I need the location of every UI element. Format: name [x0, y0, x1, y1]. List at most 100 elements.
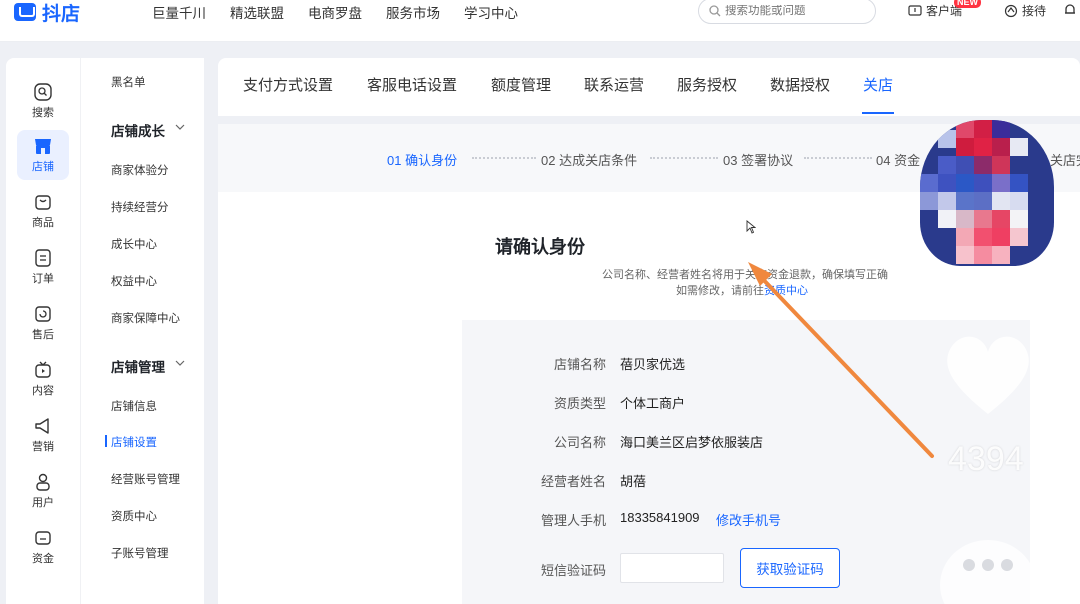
- submenu-item-qualification[interactable]: 资质中心: [111, 508, 157, 524]
- dot-icon: [963, 559, 975, 571]
- submenu-group-title: 店铺管理: [111, 360, 165, 375]
- get-code-button[interactable]: 获取验证码: [740, 548, 840, 588]
- download-icon: [908, 4, 922, 16]
- company-value: 海口美兰区启梦依服装店: [620, 435, 764, 450]
- like-count: 4394: [948, 440, 1024, 478]
- step-confirm-identity: 01 确认身份: [387, 153, 458, 168]
- topnav-item-alliance[interactable]: 精选联盟: [230, 2, 284, 22]
- step-meet-conditions: 02 达成关店条件: [541, 153, 638, 168]
- settings-tabs: 支付方式设置 客服电话设置 额度管理 联系运营 服务授权 数据授权 关店: [218, 58, 1080, 116]
- sms-code-input[interactable]: [620, 553, 724, 583]
- submenu-item-operation-score[interactable]: 持续经营分: [111, 199, 169, 215]
- bag-icon: [35, 194, 51, 210]
- qualification-center-link[interactable]: 资质中心: [764, 285, 808, 297]
- step-connector: [650, 157, 718, 159]
- headset-icon: [1004, 4, 1018, 17]
- dot-icon: [1001, 559, 1013, 571]
- tab-service-auth[interactable]: 服务授权: [677, 74, 737, 95]
- wallet-icon: [35, 530, 51, 545]
- search-input[interactable]: [725, 5, 865, 17]
- top-bar: 抖店 巨量千川 精选联盟 电商罗盘 服务市场 学习中心 客户端 NEW 接待: [0, 0, 1080, 42]
- tab-close-store[interactable]: 关店: [863, 74, 893, 95]
- tv-icon: [35, 361, 51, 378]
- submenu-group-title: 店铺成长: [111, 124, 165, 139]
- desc-prefix: 如需修改，请前往: [676, 285, 764, 297]
- shop-name-value: 蓓贝家优选: [620, 357, 686, 372]
- sms-code-label: 短信验证码: [540, 563, 606, 578]
- blurred-avatar: [920, 120, 1054, 266]
- store-icon: [35, 138, 51, 154]
- sidebar-item-store[interactable]: 店铺: [6, 130, 80, 180]
- submenu-item-experience-score[interactable]: 商家体验分: [111, 162, 169, 178]
- user-icon: [36, 473, 50, 491]
- sidebar-label: 订单: [32, 272, 54, 285]
- heart-icon[interactable]: [940, 330, 1036, 416]
- qual-type-label: 资质类型: [553, 396, 606, 411]
- qual-type-value: 个体工商户: [620, 396, 686, 411]
- step-funds: 04 资金: [876, 153, 921, 168]
- submenu-item-sub-accounts[interactable]: 子账号管理: [111, 545, 169, 561]
- submenu-item-rights-center[interactable]: 权益中心: [111, 273, 157, 289]
- sidebar-label: 店铺: [32, 160, 54, 173]
- active-indicator: [105, 435, 107, 447]
- sidebar-item-users[interactable]: 用户: [6, 466, 80, 516]
- after-sales-icon: [35, 305, 51, 322]
- logo-text: 抖店: [42, 3, 81, 25]
- sidebar-item-after-sales[interactable]: 售后: [6, 298, 80, 348]
- new-badge: NEW: [954, 0, 981, 8]
- top-nav: 巨量千川 精选联盟 电商罗盘 服务市场 学习中心: [152, 2, 542, 22]
- sidebar-label: 内容: [32, 384, 54, 397]
- step-sign-agreement: 03 签署协议: [723, 153, 794, 168]
- sidebar-item-content[interactable]: 内容: [6, 354, 80, 404]
- submenu-group-management[interactable]: 店铺管理: [111, 356, 185, 376]
- phone-label: 管理人手机: [540, 513, 606, 528]
- sidebar-item-marketing[interactable]: 营销: [6, 410, 80, 460]
- reception[interactable]: 接待: [1004, 2, 1046, 19]
- sidebar-label: 营销: [32, 440, 54, 453]
- search-icon: [34, 82, 52, 101]
- mouse-cursor-icon: [746, 220, 756, 234]
- topnav-item-learning[interactable]: 学习中心: [464, 2, 518, 22]
- submenu-item-store-settings[interactable]: 店铺设置: [111, 434, 157, 450]
- search-box[interactable]: [698, 0, 876, 24]
- submenu-item-account-management[interactable]: 经营账号管理: [111, 471, 180, 487]
- topnav-item-compass[interactable]: 电商罗盘: [308, 2, 362, 22]
- sub-menu: 黑名单 店铺成长 商家体验分 持续经营分 成长中心 权益中心 商家保障中心 店铺…: [80, 58, 204, 604]
- sidebar-label: 用户: [32, 496, 54, 509]
- confirm-description-2: 如需修改，请前往资质中心: [676, 282, 808, 298]
- tab-quota[interactable]: 额度管理: [491, 74, 551, 95]
- chevron-down-icon: [175, 124, 185, 130]
- page-title: 请确认身份: [495, 237, 585, 257]
- sidebar-item-search[interactable]: 搜索: [6, 76, 80, 126]
- submenu-item-merchant-protection[interactable]: 商家保障中心: [111, 310, 180, 326]
- topnav-item-qianchuan[interactable]: 巨量千川: [152, 2, 206, 22]
- change-phone-link[interactable]: 修改手机号: [716, 510, 781, 529]
- search-icon: [709, 5, 721, 17]
- bell-icon[interactable]: [1062, 2, 1078, 18]
- sidebar-label: 售后: [32, 328, 54, 341]
- operator-label: 经营者姓名: [540, 474, 606, 489]
- sidebar-label: 商品: [32, 216, 54, 229]
- tab-data-auth[interactable]: 数据授权: [770, 74, 830, 95]
- reception-label: 接待: [1022, 4, 1047, 18]
- megaphone-icon: [35, 417, 49, 434]
- sidebar-label: 搜索: [32, 106, 54, 119]
- logo-icon: [14, 3, 36, 21]
- submenu-item-blacklist[interactable]: 黑名单: [111, 74, 146, 90]
- submenu-group-growth[interactable]: 店铺成长: [111, 120, 185, 140]
- topnav-item-service-market[interactable]: 服务市场: [386, 2, 440, 22]
- step-connector: [804, 157, 872, 159]
- logo[interactable]: 抖店: [14, 0, 81, 25]
- sidebar-item-funds[interactable]: 资金: [6, 522, 80, 572]
- active-tab-underline: [862, 112, 894, 114]
- company-label: 公司名称: [553, 435, 606, 450]
- sidebar-item-goods[interactable]: 商品: [6, 186, 80, 236]
- phone-value: 18335841909: [620, 510, 700, 525]
- operator-value: 胡蓓: [620, 474, 647, 489]
- chevron-down-icon: [175, 360, 185, 366]
- dot-icon: [982, 559, 994, 571]
- tab-contact-ops[interactable]: 联系运营: [584, 74, 644, 95]
- submenu-item-store-info[interactable]: 店铺信息: [111, 398, 157, 414]
- tab-service-phone[interactable]: 客服电话设置: [367, 74, 457, 95]
- tab-payment[interactable]: 支付方式设置: [243, 74, 333, 95]
